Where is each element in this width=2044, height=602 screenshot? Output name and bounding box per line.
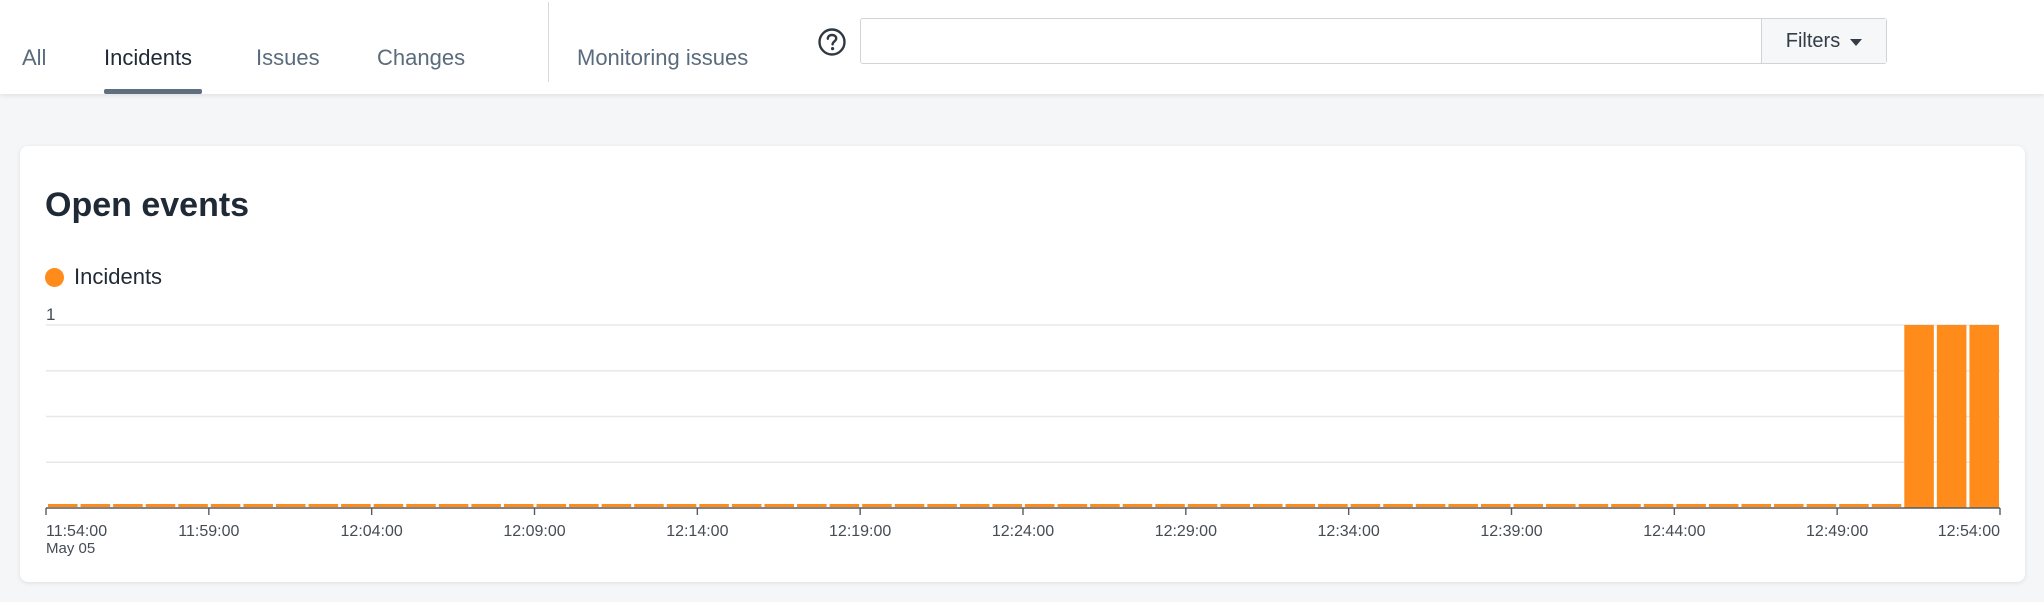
chart-bar	[113, 504, 143, 507]
chart-bar	[1350, 504, 1381, 507]
chart-bar	[1904, 325, 1934, 508]
x-tick-label: 12:09:00	[503, 523, 565, 540]
chart-bar	[1546, 504, 1576, 507]
chart-bar	[1936, 325, 1967, 508]
chart-bar	[699, 504, 729, 507]
chart-bar	[601, 504, 632, 507]
chart-bar	[1318, 504, 1348, 507]
chart-bar	[1448, 504, 1478, 507]
chart-bar	[80, 504, 111, 507]
x-tick-label: 11:59:00	[178, 523, 239, 540]
x-tick-label: 12:39:00	[1480, 523, 1542, 540]
chart-bar	[1708, 504, 1739, 507]
x-tick-label: 12:04:00	[341, 523, 403, 540]
x-tick-label: 12:34:00	[1318, 523, 1380, 540]
chart-bar	[1969, 325, 1999, 508]
x-tick-label: 12:49:00	[1806, 523, 1868, 540]
chart-bar	[797, 504, 827, 507]
chart-bar	[1676, 504, 1706, 507]
x-tick-label: 12:54:00	[1938, 523, 2000, 540]
chart-bar	[1122, 504, 1153, 507]
chart-bar	[1415, 504, 1446, 507]
chart-bar	[471, 504, 501, 507]
chart-bar	[536, 504, 567, 507]
chart-bar	[1285, 504, 1316, 507]
chart-bar	[341, 504, 371, 507]
chart-bar	[1774, 504, 1804, 507]
chart-bar	[829, 504, 860, 507]
x-tick-label: 12:29:00	[1155, 523, 1217, 540]
chart-bar	[959, 504, 990, 507]
chart-bar	[1806, 504, 1837, 507]
chart-bar	[1220, 504, 1250, 507]
chart-bar	[1871, 504, 1902, 507]
chart-bar	[1155, 504, 1185, 507]
x-tick-label: 11:54:00	[46, 523, 107, 540]
chart-bar	[308, 504, 339, 507]
y-tick-label: 1	[46, 305, 55, 324]
x-tick-label: 12:19:00	[829, 523, 891, 540]
chart-bar	[1090, 504, 1120, 507]
chart-bar	[210, 504, 241, 507]
chart-bar	[666, 504, 697, 507]
chart-bar	[178, 504, 208, 507]
chart-bar	[1252, 504, 1283, 507]
chart-bar	[1643, 504, 1674, 507]
chart-bar	[145, 504, 176, 507]
chart-bar	[1741, 504, 1772, 507]
chart-bar	[438, 504, 469, 507]
x-tick-label: 12:44:00	[1643, 523, 1705, 540]
x-tick-label: 12:14:00	[666, 523, 728, 540]
chart-bar	[1611, 504, 1641, 507]
chart-bar	[1025, 504, 1055, 507]
chart-bar	[764, 504, 795, 507]
chart-bar	[1839, 504, 1869, 507]
x-tick-label: 12:24:00	[992, 523, 1054, 540]
chart-bar	[373, 504, 404, 507]
chart-bar	[1383, 504, 1413, 507]
chart-bar	[1187, 504, 1218, 507]
chart-bar	[1513, 504, 1544, 507]
chart-bar	[992, 504, 1022, 507]
open-events-chart: 1 11:54:00 11:59:00 12:04:00 12:09:00 12:14:0…	[45, 305, 2001, 557]
chart-bar	[927, 504, 957, 507]
chart-bar	[569, 504, 599, 507]
chart-bar	[1057, 504, 1088, 507]
chart-bar	[894, 504, 925, 507]
chart-bar	[634, 504, 664, 507]
chart-bar	[48, 504, 78, 507]
chart-bar	[731, 504, 762, 507]
chart-bar	[406, 504, 436, 507]
chart-bar	[503, 504, 534, 507]
chart-bar	[243, 504, 273, 507]
chart-bar	[1578, 504, 1609, 507]
x-date-label: May 05	[46, 540, 95, 557]
chart-bar	[275, 504, 306, 507]
chart-bar	[862, 504, 892, 507]
chart-bar	[1480, 504, 1511, 507]
